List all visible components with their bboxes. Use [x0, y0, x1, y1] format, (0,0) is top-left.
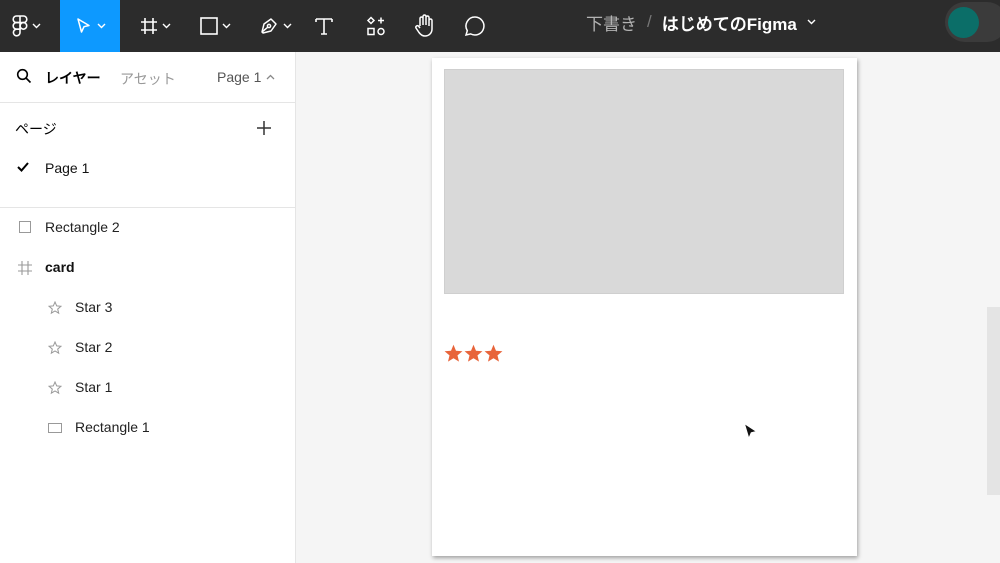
star-shape[interactable] — [484, 344, 503, 363]
layer-label: Star 2 — [75, 339, 113, 355]
star-rating[interactable] — [444, 344, 503, 363]
rectangle-icon — [48, 423, 62, 433]
panel-tabs: レイヤー アセット Page 1 — [0, 52, 295, 103]
page-selector[interactable]: Page 1 — [217, 69, 275, 85]
resources-button[interactable] — [356, 0, 396, 52]
main-menu-button[interactable] — [0, 0, 52, 52]
frame-icon — [18, 261, 32, 275]
file-title[interactable]: 下書き / はじめてのFigma — [586, 0, 816, 44]
resources-icon — [366, 16, 385, 36]
layer-label: Star 3 — [75, 299, 113, 315]
layers-panel: レイヤー アセット Page 1 ページ Page 1 Rectangle 2 … — [0, 52, 296, 563]
shape-tool-button[interactable] — [190, 0, 240, 52]
search-icon[interactable] — [16, 68, 32, 84]
move-tool-button[interactable] — [60, 0, 120, 52]
frame-tool-button[interactable] — [130, 0, 180, 52]
check-icon — [17, 162, 29, 172]
layer-item-star-3[interactable]: Star 3 — [0, 288, 295, 328]
pen-tool-button[interactable] — [250, 0, 300, 52]
image-placeholder-rectangle[interactable] — [444, 69, 844, 294]
breadcrumb-separator: / — [647, 12, 652, 31]
hand-tool-icon — [415, 14, 433, 37]
text-tool-icon — [315, 18, 333, 35]
pages-title: ページ — [15, 121, 57, 137]
star-shape[interactable] — [464, 344, 483, 363]
chevron-down-icon — [283, 23, 291, 29]
layer-label: Star 1 — [75, 379, 113, 395]
canvas-scrollbar[interactable] — [987, 307, 1000, 495]
move-tool-icon — [76, 18, 90, 33]
frame-tool-icon — [140, 18, 157, 34]
layer-item-star-2[interactable]: Star 2 — [0, 328, 295, 368]
tab-assets[interactable]: アセット — [120, 69, 176, 89]
star-shape[interactable] — [444, 344, 463, 363]
layer-item-rectangle-1[interactable]: Rectangle 1 — [0, 408, 295, 448]
figma-logo-icon — [11, 15, 28, 37]
star-icon — [48, 341, 62, 355]
layer-label: Rectangle 2 — [45, 219, 120, 235]
layer-item-star-1[interactable]: Star 1 — [0, 368, 295, 408]
star-icon — [48, 381, 62, 395]
tab-layers[interactable]: レイヤー — [45, 68, 101, 88]
top-toolbar: 下書き / はじめてのFigma — [0, 0, 1000, 52]
layer-item-rectangle-2[interactable]: Rectangle 2 — [0, 208, 295, 248]
layer-label: Rectangle 1 — [75, 419, 150, 435]
mouse-cursor-icon — [743, 422, 758, 440]
chevron-up-icon — [266, 74, 275, 80]
comment-icon — [464, 16, 485, 37]
plus-icon[interactable] — [256, 120, 272, 136]
hand-tool-button[interactable] — [404, 0, 446, 52]
layer-label: card — [45, 259, 75, 275]
star-icon — [48, 301, 62, 315]
avatar[interactable] — [948, 7, 979, 38]
file-name[interactable]: はじめてのFigma — [662, 10, 797, 35]
page-item-label: Page 1 — [45, 160, 90, 176]
chevron-down-icon — [162, 23, 170, 29]
page-selector-label: Page 1 — [217, 69, 262, 85]
breadcrumb-drafts[interactable]: 下書き — [586, 10, 637, 35]
rectangle-tool-icon — [199, 17, 218, 35]
chevron-down-icon[interactable] — [807, 19, 816, 25]
square-icon — [19, 221, 31, 233]
text-tool-button[interactable] — [304, 0, 344, 52]
chevron-down-icon — [97, 23, 105, 29]
pen-tool-icon — [260, 18, 277, 34]
pages-section: ページ Page 1 — [0, 104, 295, 208]
chevron-down-icon — [222, 23, 230, 29]
layer-item-card[interactable]: card — [0, 248, 295, 288]
comment-tool-button[interactable] — [454, 0, 496, 52]
chevron-down-icon — [32, 23, 40, 29]
